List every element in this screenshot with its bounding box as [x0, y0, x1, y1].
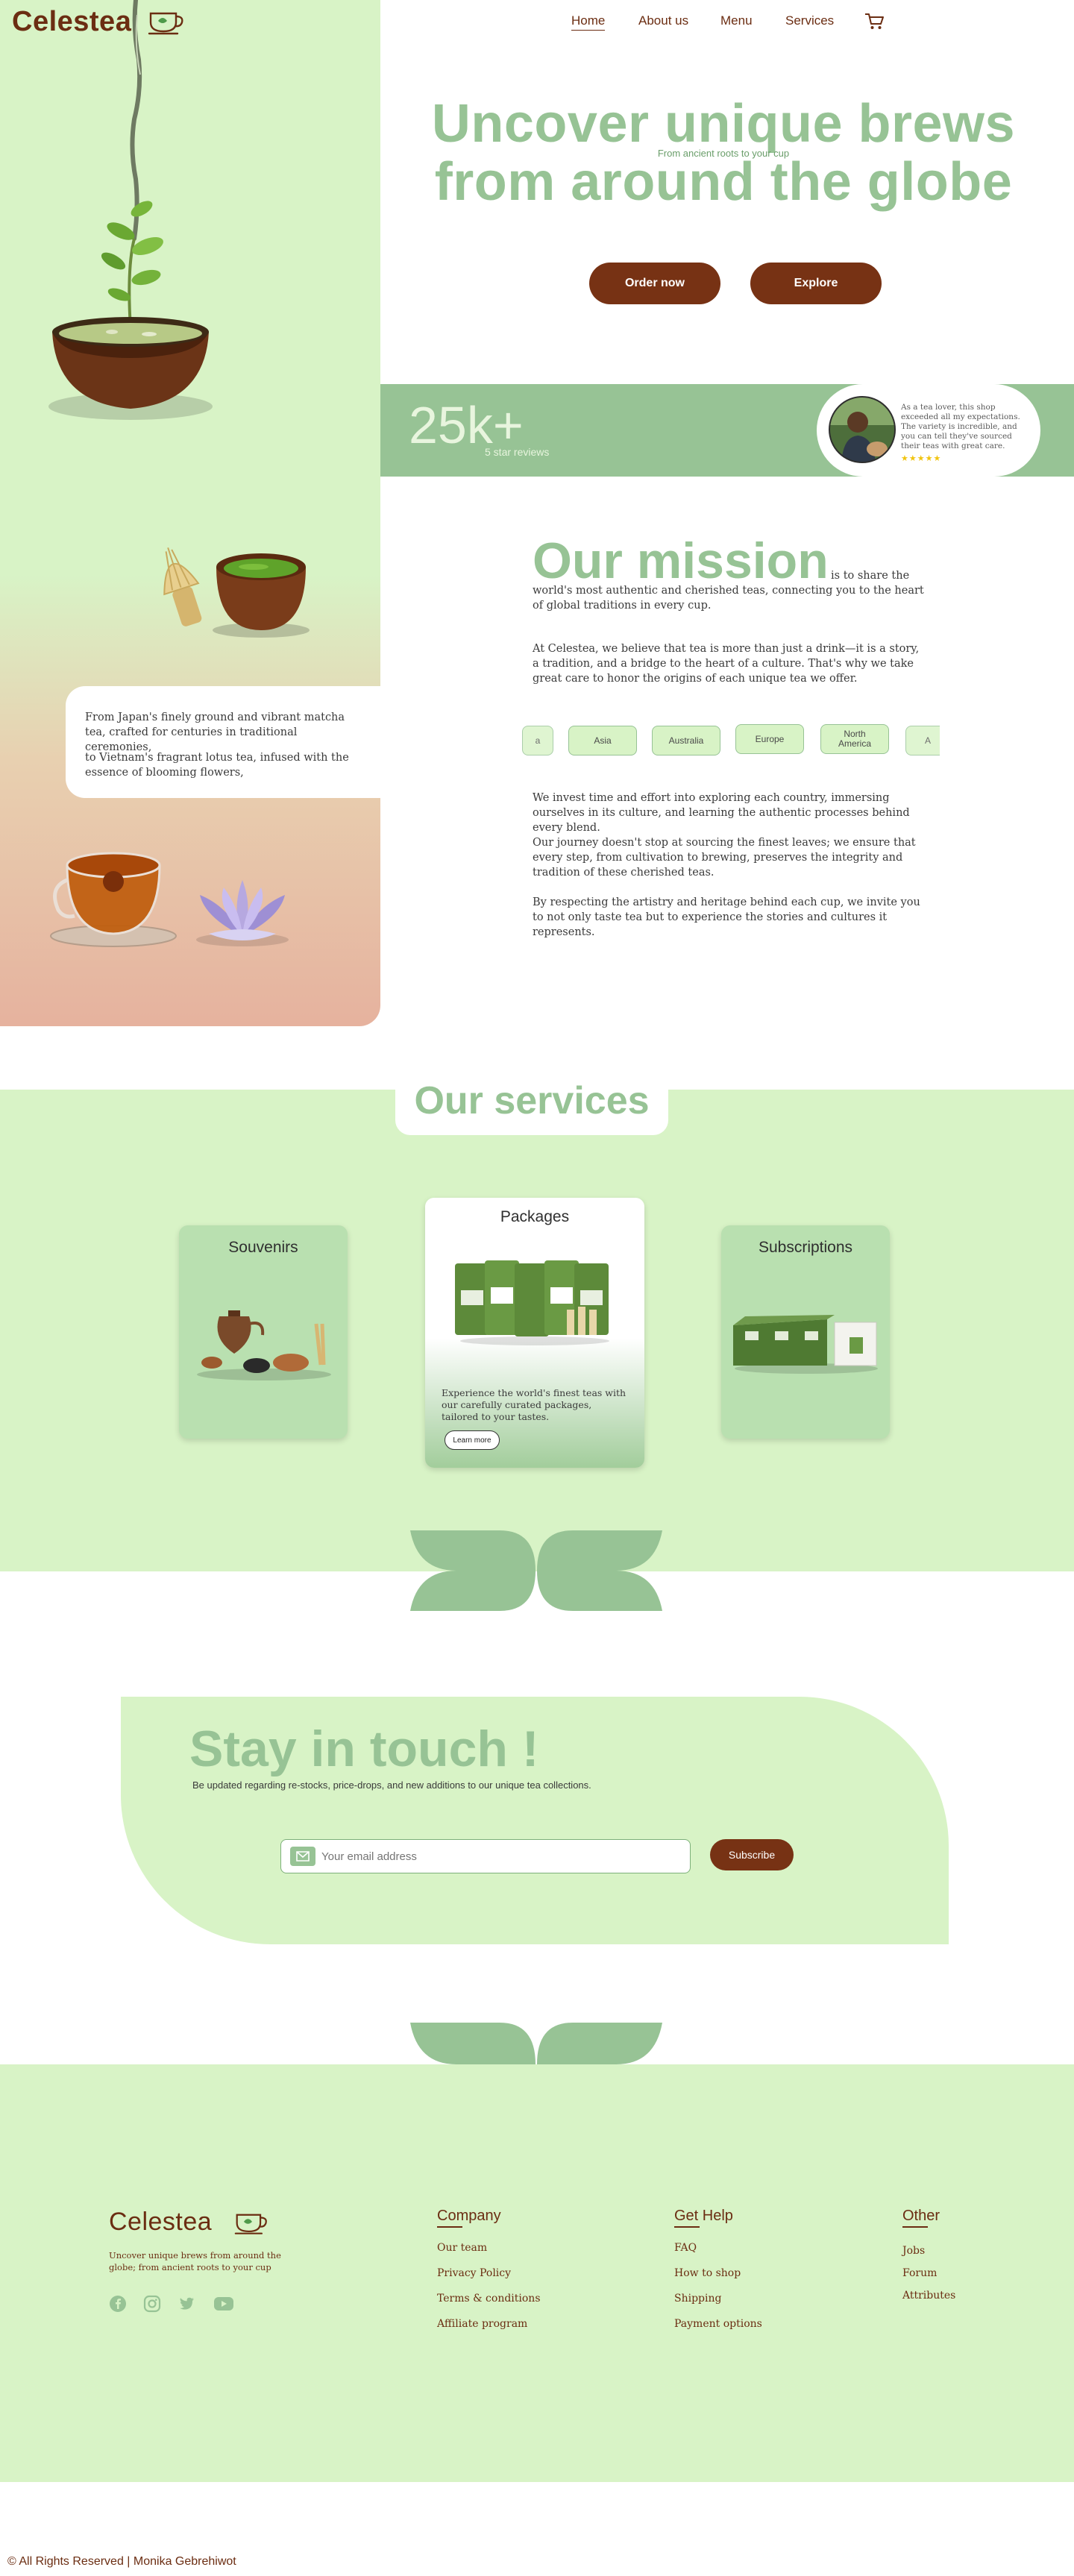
origins-text-matcha: From Japan's finely ground and vibrant m…: [85, 711, 345, 753]
youtube-icon[interactable]: [213, 2295, 234, 2313]
mission-title: Our mission: [533, 533, 829, 589]
order-now-button[interactable]: Order now: [589, 263, 720, 304]
review-stars: ★★★★★: [901, 454, 942, 463]
footer-heading-get-help: Get Help: [674, 2208, 733, 2228]
sprout-bowl-illustration: [48, 0, 213, 420]
service-card-subscriptions[interactable]: Subscriptions: [721, 1225, 890, 1439]
services-title: Our services: [414, 1079, 650, 1122]
leaf-divider-top: [410, 1530, 662, 1611]
review-quote: As a tea lover, this shop exceeded all m…: [901, 403, 1020, 450]
region-chip-partial-left[interactable]: a: [522, 726, 553, 755]
service-title-subscriptions: Subscriptions: [758, 1239, 853, 1256]
footer-heading-company: Company: [437, 2208, 501, 2228]
newsletter-subtitle: Be updated regarding re-stocks, price-dr…: [192, 1779, 591, 1791]
footer-brand-logo-text[interactable]: Celestea: [109, 2208, 212, 2237]
mission-paragraph-2: At Celestea, we believe that tea is more…: [533, 643, 920, 685]
instagram-icon[interactable]: [143, 2295, 161, 2313]
mission-paragraph-4: Our journey doesn't stop at sourcing the…: [533, 837, 916, 879]
nav-home[interactable]: Home: [571, 13, 606, 31]
footer-link-payment-options[interactable]: Payment options: [674, 2318, 762, 2330]
footer-link-shipping[interactable]: Shipping: [674, 2293, 721, 2305]
matcha-whisk-bowl-illustration: [163, 547, 310, 638]
service-title-souvenirs: Souvenirs: [228, 1239, 298, 1256]
mission-lead: world's most authentic and cherished tea…: [533, 585, 924, 612]
hero-title-line-2: from around the globe: [434, 152, 1013, 212]
service-card-packages[interactable]: Packages Experience the world's finest t…: [425, 1198, 644, 1468]
review-count-label: 5 star reviews: [485, 446, 550, 458]
hero-title-line-1: Uncover unique brews: [431, 94, 1016, 154]
subscribe-button[interactable]: Subscribe: [710, 1839, 794, 1870]
footer-teacup-logo-icon: [234, 2214, 267, 2234]
email-input[interactable]: [321, 1846, 679, 1867]
service-title-packages: Packages: [500, 1208, 570, 1225]
cart-icon[interactable]: [864, 12, 885, 31]
region-chip-partial-right[interactable]: A: [905, 726, 940, 755]
packages-learn-more-button[interactable]: Learn more: [445, 1430, 500, 1450]
service-card-souvenirs[interactable]: Souvenirs: [179, 1225, 348, 1439]
region-chip-australia[interactable]: Australia: [652, 726, 720, 755]
region-carousel[interactable]: a Asia Australia Europe North America A: [522, 720, 940, 761]
origins-text-lotus: to Vietnam's fragrant lotus tea, infused…: [85, 752, 349, 779]
footer-link-our-team[interactable]: Our team: [437, 2242, 487, 2254]
region-chip-europe[interactable]: Europe: [735, 724, 804, 754]
region-chip-asia[interactable]: Asia: [568, 726, 637, 755]
mission-paragraph-5: By respecting the artistry and heritage …: [533, 896, 920, 938]
twitter-icon[interactable]: [178, 2295, 195, 2313]
explore-button[interactable]: Explore: [750, 263, 882, 304]
tea-packages-illustration: [455, 1260, 609, 1345]
mission-paragraph-3: We invest time and effort into exploring…: [533, 792, 910, 834]
nav-about-us[interactable]: About us: [638, 13, 688, 28]
newsletter-title: Stay in touch !: [189, 1721, 539, 1777]
footer-link-forum[interactable]: Forum: [902, 2267, 937, 2279]
footer-link-how-to-shop[interactable]: How to shop: [674, 2267, 741, 2279]
nav-menu[interactable]: Menu: [720, 13, 753, 28]
packages-description: Experience the world's finest teas with …: [442, 1387, 626, 1422]
footer-tagline: Uncover unique brews from around the glo…: [109, 2250, 281, 2272]
footer-link-attributes[interactable]: Attributes: [902, 2290, 955, 2302]
nav-services[interactable]: Services: [785, 13, 834, 28]
mail-icon: [290, 1847, 315, 1866]
subscription-box-illustration: [733, 1315, 878, 1374]
mission-lead-inline: is to share the: [831, 570, 910, 582]
facebook-icon[interactable]: [109, 2295, 127, 2313]
footer-link-jobs[interactable]: Jobs: [902, 2245, 925, 2257]
copyright-text: © All Rights Reserved | Monika Gebrehiwo…: [7, 2555, 236, 2568]
email-field-wrapper[interactable]: [280, 1839, 691, 1873]
reviewer-avatar: [829, 396, 896, 463]
tea-set-illustration: [197, 1310, 331, 1380]
origins-card: From Japan's finely ground and vibrant m…: [66, 686, 380, 798]
footer-heading-other: Other: [902, 2208, 940, 2228]
lotus-tea-illustration: [50, 852, 289, 947]
footer-link-affiliate[interactable]: Affiliate program: [437, 2318, 527, 2330]
footer-link-terms[interactable]: Terms & conditions: [437, 2293, 541, 2305]
region-chip-north-america[interactable]: North America: [820, 724, 889, 754]
footer-link-privacy-policy[interactable]: Privacy Policy: [437, 2267, 511, 2279]
footer-link-faq[interactable]: FAQ: [674, 2242, 697, 2254]
